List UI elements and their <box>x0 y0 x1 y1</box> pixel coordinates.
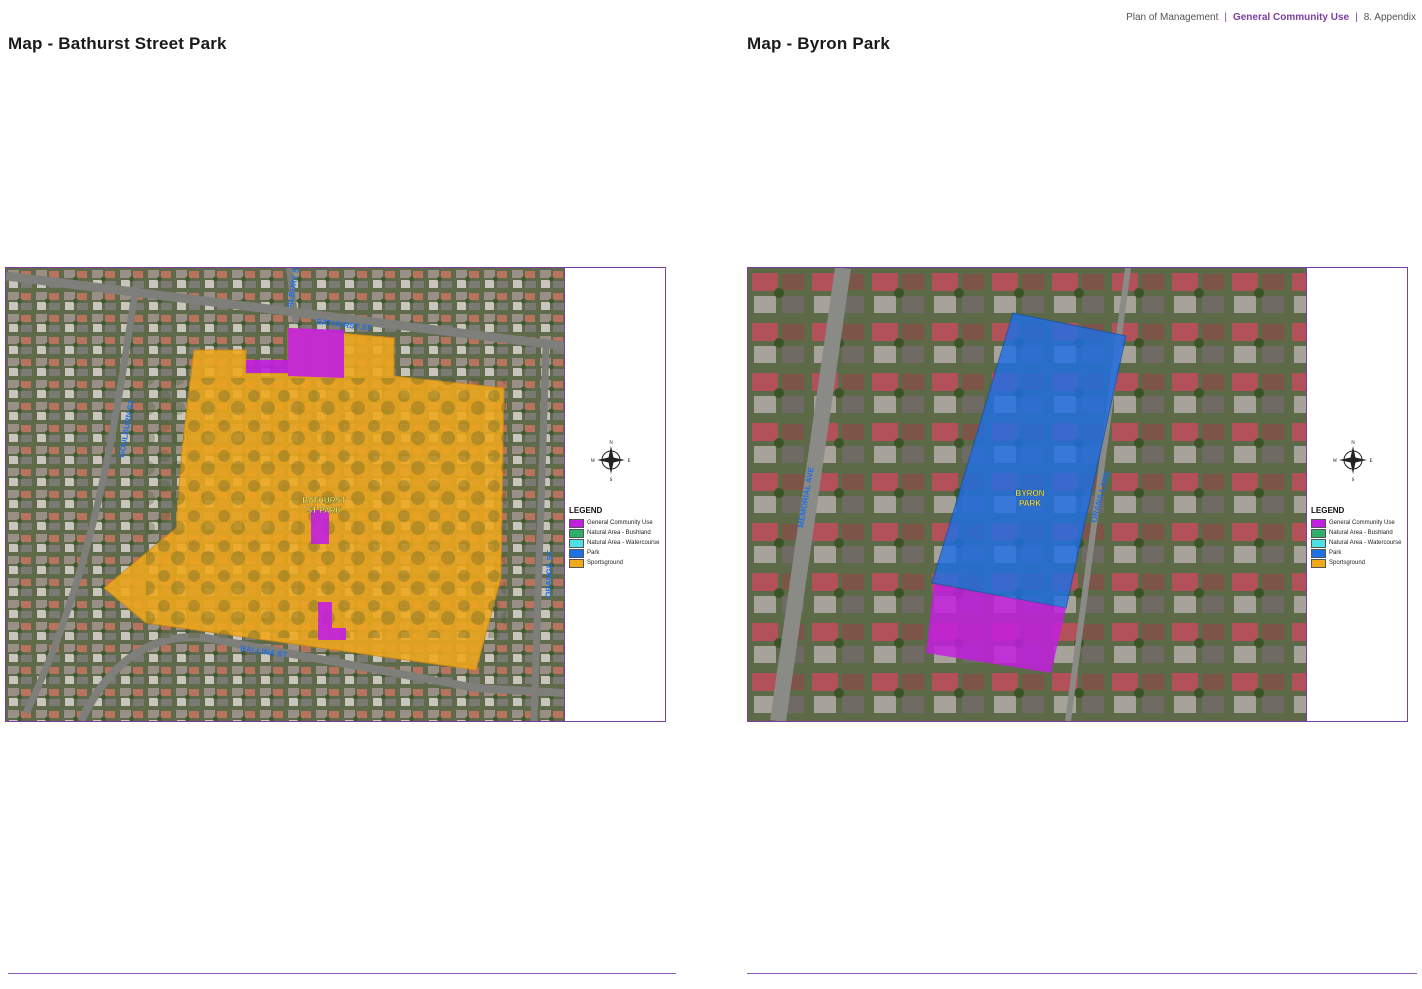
aerial-map-byron[interactable]: BYRON PARK MEMORIAL AVE ORANA LANE <box>748 268 1307 721</box>
legend-item: Sportsground <box>569 558 665 568</box>
park-label: ST PARK <box>307 506 342 515</box>
legend-item: Natural Area - Bushland <box>1311 528 1407 538</box>
svg-text:S: S <box>610 478 613 482</box>
legend-swatch <box>569 538 584 548</box>
footer-divider <box>8 973 676 974</box>
legend-panel: N S E W LEGEND General Community Use Nat… <box>565 268 665 721</box>
legend-item: Park <box>1311 548 1407 558</box>
north-arrow-icon: N S E W <box>1333 441 1373 482</box>
breadcrumb: Plan of Management | General Community Use… <box>1126 12 1416 23</box>
breadcrumb-section[interactable]: General Community Use <box>1233 12 1349 23</box>
legend-item: Natural Area - Watercourse <box>1311 538 1407 548</box>
legend-label: General Community Use <box>1329 520 1395 526</box>
legend-panel: N S E W LEGEND General Community Use Nat… <box>1307 268 1407 721</box>
legend-label: Sportsground <box>1329 560 1366 566</box>
legend-swatch <box>569 548 584 558</box>
legend-label: Natural Area - Bushland <box>1329 530 1393 536</box>
park-label: BATHURST <box>302 496 346 505</box>
svg-text:N: N <box>1351 441 1355 446</box>
legend-label: Natural Area - Watercourse <box>1329 540 1402 546</box>
legend-item: Sportsground <box>1311 558 1407 568</box>
legend-swatch <box>1311 528 1326 538</box>
left-page: Map - Bathurst Street Park BATHURST ST P… <box>0 0 711 989</box>
legend-label: General Community Use <box>587 520 653 526</box>
legend-item: Park <box>569 548 665 558</box>
legend-label: Sportsground <box>587 560 624 566</box>
svg-text:N: N <box>609 441 613 446</box>
legend: LEGEND General Community Use Natural Are… <box>1311 506 1407 568</box>
legend-item: Natural Area - Watercourse <box>569 538 665 548</box>
page-title: Map - Bathurst Street Park <box>8 34 227 53</box>
legend-item: General Community Use <box>569 518 665 528</box>
map-frame: BYRON PARK MEMORIAL AVE ORANA LANE N S E… <box>747 267 1408 722</box>
legend-item: Natural Area - Bushland <box>569 528 665 538</box>
legend-swatch <box>1311 548 1326 558</box>
park-label: PARK <box>1019 499 1041 508</box>
legend-label: Park <box>587 550 600 556</box>
svg-text:E: E <box>627 459 630 464</box>
legend-swatch <box>569 528 584 538</box>
legend-label: Park <box>1329 550 1342 556</box>
legend-title: LEGEND <box>1311 506 1345 515</box>
legend-label: Natural Area - Bushland <box>587 530 651 536</box>
svg-text:W: W <box>1333 459 1338 464</box>
legend-title: LEGEND <box>569 506 603 515</box>
street-label: ORANGE ST <box>544 550 555 598</box>
legend-item: General Community Use <box>1311 518 1407 528</box>
svg-text:S: S <box>1352 478 1355 482</box>
breadcrumb-doc-title[interactable]: Plan of Management <box>1126 12 1218 23</box>
legend-label: Natural Area - Watercourse <box>587 540 660 546</box>
right-page: Plan of Management | General Community Use… <box>711 0 1422 989</box>
legend-swatch <box>1311 518 1326 528</box>
legend-swatch <box>1311 538 1326 548</box>
breadcrumb-chapter[interactable]: 8. Appendix <box>1364 12 1416 23</box>
page-title: Map - Byron Park <box>747 34 891 53</box>
footer-divider <box>747 973 1417 974</box>
aerial-map-bathurst[interactable]: BATHURST ST PARK BATHURST ST BALLINA ST … <box>6 268 565 721</box>
map-frame: BATHURST ST PARK BATHURST ST BALLINA ST … <box>5 267 666 722</box>
legend-swatch <box>569 518 584 528</box>
legend: LEGEND General Community Use Natural Are… <box>569 506 665 568</box>
legend-swatch <box>1311 558 1326 568</box>
svg-text:W: W <box>591 459 596 464</box>
park-label: BYRON <box>1016 489 1045 498</box>
svg-text:E: E <box>1369 459 1372 464</box>
north-arrow-icon: N S E W <box>591 441 631 482</box>
legend-swatch <box>569 558 584 568</box>
